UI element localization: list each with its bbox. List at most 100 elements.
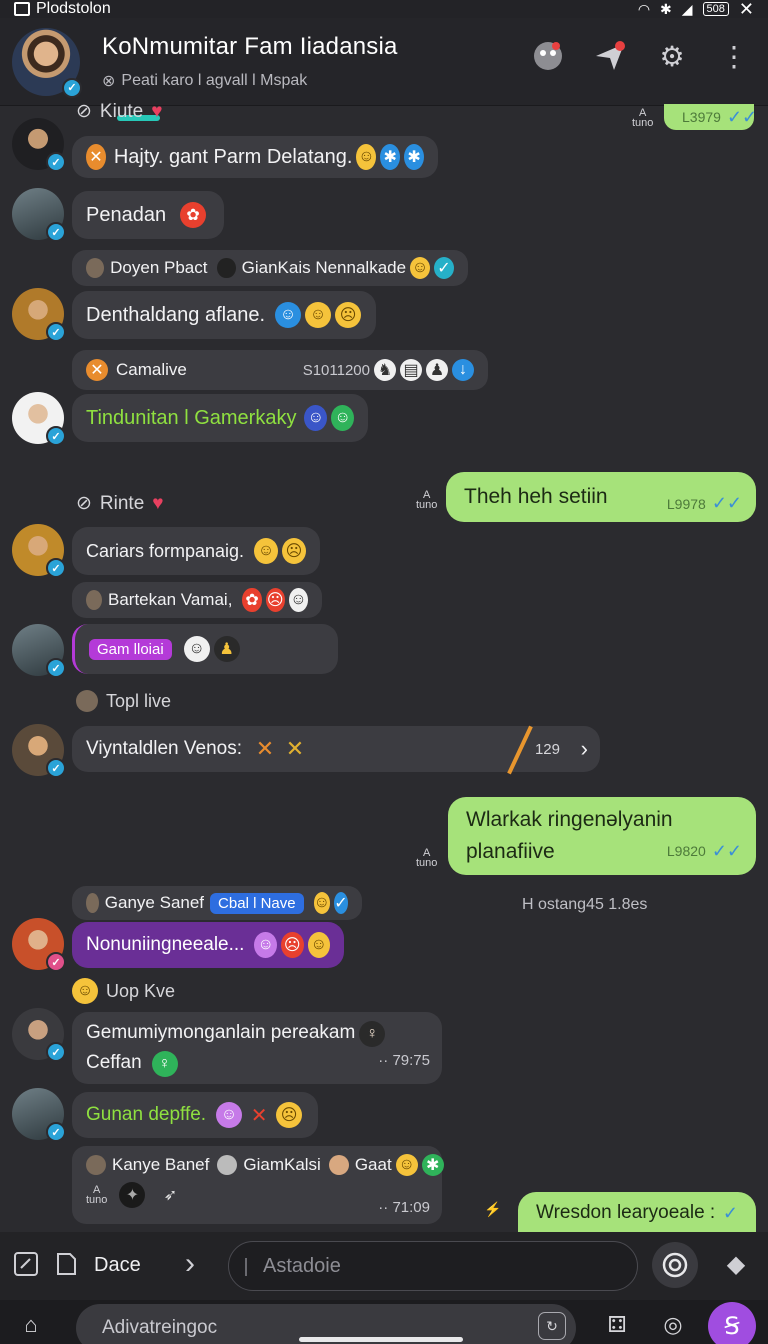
message-bubble[interactable]: Viyntaldlen Venos: ✕ ✕ 129 › — [72, 725, 600, 775]
verified-icon: ✓ — [46, 152, 66, 172]
camera-icon[interactable]: ◎ — [658, 1310, 688, 1340]
message-bubble[interactable]: ✕ Hajty. gant Parm Delatang. ☺ ✱ ✱ — [72, 136, 438, 178]
sticker-icon: ✕ — [250, 1104, 268, 1127]
emoji-icon: ☺ — [254, 932, 277, 958]
emoji-icon: ☺ — [313, 892, 330, 914]
heart-icon: ♥ — [151, 100, 163, 122]
home-icon[interactable]: ⌂ — [16, 1310, 46, 1340]
sticker-icon: ✦ — [119, 1182, 146, 1208]
message-bubble[interactable]: Nonuniingneeale... ☺ ☹ ☺ — [72, 922, 344, 968]
close-icon[interactable]: ✕ — [739, 0, 754, 20]
emoji-icon: ☺ — [275, 302, 302, 328]
record-icon[interactable] — [652, 1242, 698, 1288]
message-bubble[interactable]: Penadan ✿ — [72, 191, 224, 239]
reply-header[interactable]: Doyen Pbact GianKais Nennalkade ☺ ✓ — [72, 250, 468, 286]
diamond-icon[interactable]: ◆ — [722, 1250, 750, 1278]
document-icon[interactable] — [52, 1250, 80, 1278]
chat-subtitle: Peati karo l agvall l Mspak — [121, 71, 308, 89]
emoji-icon: ☺ — [72, 978, 98, 1004]
heart-icon: ♥ — [152, 492, 164, 514]
message-bubble[interactable]: Gam lloiai ☺ ♟ — [72, 624, 338, 674]
outgoing-message[interactable]: Wlarkak ringenəlyanin planafiive L9820 ✓✓ — [448, 797, 756, 875]
avatar[interactable]: ✓ — [12, 1088, 66, 1142]
emoji-icon: ☹ — [335, 302, 362, 328]
mini-avatar — [217, 258, 236, 278]
message-bubble[interactable]: ✕ Camalive S1011200 ♞ ▤ ♟ ↓ — [72, 350, 488, 390]
emoji-icon: ☺ — [216, 1102, 243, 1128]
mini-avatar — [86, 258, 105, 278]
outgoing-message[interactable]: Theh heh setiin L9978 ✓✓ — [446, 472, 756, 522]
emoji-icon: ☺ — [304, 405, 328, 431]
ribbon-icon: ✿ — [180, 202, 207, 228]
avatar[interactable]: ✓ — [12, 118, 66, 172]
emoji-icon: ☺ — [331, 405, 354, 431]
members-icon: ⊗ — [102, 72, 116, 90]
grid-icon[interactable]: ⚃ — [602, 1310, 632, 1340]
divider-stroke — [507, 725, 533, 775]
verified-icon: ✓ — [46, 1042, 66, 1062]
badge-icon: ✓ — [434, 257, 454, 279]
format-icon[interactable] — [12, 1250, 40, 1278]
message-bubble[interactable]: Kanye Banef GiamKalsi Gaat ☺ ✱ Atuno ✦ ➶… — [72, 1146, 444, 1224]
message-bubble[interactable]: Denthaldang aflane. ☺ ☺ ☹ — [72, 291, 376, 339]
reply-header[interactable]: Bartekan Vamai, ✿ ☹ ☺ — [72, 582, 322, 618]
emoji-icon: ☺ — [395, 1154, 418, 1176]
home-indicator — [299, 1337, 463, 1342]
sticker-icon: ▤ — [400, 359, 422, 381]
system-note: H ostang45 1.8es — [522, 896, 648, 913]
avatar[interactable]: ✓ — [12, 288, 66, 342]
status-app-name: Plodstolon — [36, 0, 111, 17]
chevron-right-icon[interactable]: › — [581, 736, 588, 762]
sticker-icon: ✕ — [86, 144, 106, 170]
avatar[interactable]: ✓ — [12, 724, 66, 778]
avatar[interactable]: ✓ — [12, 188, 66, 242]
verified-icon: ✓ — [46, 322, 66, 342]
avatar[interactable]: ✓ — [12, 524, 66, 578]
gear-icon[interactable]: ⚙ — [654, 38, 690, 74]
sender-label: ⊘ Kiute ♥ — [76, 100, 163, 123]
emoji-icon: ☺ — [254, 538, 279, 564]
game-tag[interactable]: Gam lloiai — [89, 638, 172, 660]
avatar[interactable]: ✓ — [12, 624, 66, 678]
robot-icon[interactable] — [530, 38, 566, 74]
sender-label: ⊘ Rinte ♥ — [76, 492, 164, 515]
sender-label: Topl live — [76, 690, 171, 712]
message-bubble[interactable]: Cariars formpanaig. ☺ ☹ — [72, 527, 320, 575]
mute-icon: ⊘ — [76, 101, 92, 122]
emoji-icon: ☹ — [282, 538, 306, 564]
emoji-icon: ☺ — [356, 144, 377, 170]
sticker-icon: ♀ — [359, 1021, 386, 1047]
sticker-icon: ✕ — [255, 736, 275, 761]
sticker-icon: ♞ — [374, 359, 396, 381]
more-menu-icon[interactable]: ⋮ — [716, 38, 752, 74]
emoji-icon: ☺ — [288, 588, 308, 612]
send-icon[interactable] — [592, 38, 628, 74]
battery-indicator: 508 — [702, 2, 729, 16]
signal-icon: ◢ — [681, 0, 693, 17]
message-bubble[interactable]: Gemumiymonganlain pereakam ♀ Ceffan ♀ ·· 7… — [72, 1012, 442, 1084]
compose-fab[interactable]: Ꞩ — [708, 1302, 756, 1344]
chevron-right-icon[interactable]: › — [176, 1247, 204, 1280]
composer-label[interactable]: Dace — [94, 1254, 141, 1277]
reaction-mark: Atuno — [416, 489, 438, 511]
avatar[interactable]: ✓ — [12, 918, 66, 972]
emoji-icon: ☹ — [276, 1102, 303, 1128]
app-icon — [14, 2, 30, 16]
outgoing-message[interactable]: Wresdon learyoeale : ✓ — [518, 1192, 756, 1234]
sticker-icon: ✕ — [285, 736, 305, 761]
verified-icon: ✓ — [46, 426, 66, 446]
reply-header[interactable]: Ganye Sanef Cbal l Nave ☺ ✓ — [72, 886, 362, 920]
wifi-icon: ◠ — [637, 0, 651, 17]
avatar[interactable]: ✓ — [12, 1008, 66, 1062]
composer-bar: Dace › Astadoie ◆ — [0, 1232, 768, 1300]
group-avatar[interactable]: ✓ — [12, 27, 82, 98]
chat-title[interactable]: KoNmumitar Fam Iiadansia — [102, 33, 398, 61]
avatar[interactable]: ✓ — [12, 392, 66, 446]
member-tag[interactable]: Cbal l Nave — [210, 892, 304, 914]
outgoing-message[interactable]: L3979 ✓✓ — [664, 104, 757, 130]
message-bubble[interactable]: Gunan depffe. ☺ ✕ ☹ — [72, 1092, 318, 1138]
refresh-icon[interactable]: ↻ — [538, 1312, 566, 1340]
message-input[interactable]: Astadoie — [228, 1241, 638, 1291]
sticker-icon: ♟ — [213, 636, 240, 662]
message-bubble[interactable]: Tindunitan l Gamerkaky ☺ ☺ — [72, 394, 368, 442]
